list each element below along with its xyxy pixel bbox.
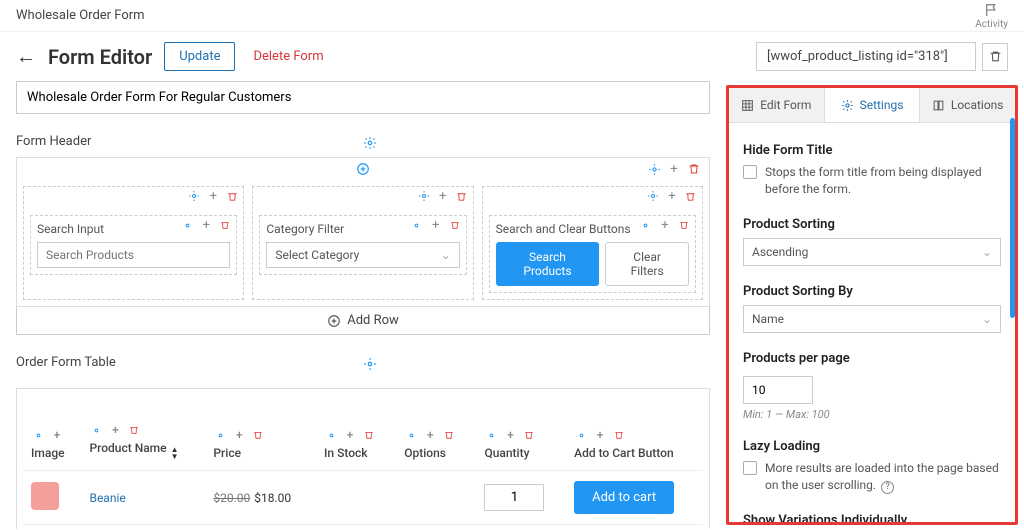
products-per-page-heading: Products per page	[743, 351, 1001, 366]
table-row: Beanie $20.00 $18.00 Add to cart	[23, 471, 703, 525]
chevron-down-icon: ⌄	[441, 248, 451, 262]
gear-icon[interactable]	[410, 218, 424, 232]
tab-edit-form[interactable]: Edit Form	[729, 88, 825, 122]
plus-icon[interactable]: +	[658, 218, 672, 232]
sort-icon[interactable]: ▲▼	[171, 446, 179, 460]
order-table-panel: +Image +Product Name▲▼ +Price +In Stock …	[16, 388, 710, 529]
column-category: + + Category Filter Select Category⌄	[252, 186, 473, 300]
help-icon[interactable]: ?	[881, 481, 894, 494]
order-form-table-label: Order Form Table	[16, 355, 116, 370]
chevron-down-icon: ⌄	[982, 312, 992, 326]
gear-icon[interactable]	[417, 189, 431, 203]
add-row-button[interactable]: Add Row	[16, 306, 710, 335]
lazy-loading-heading: Lazy Loading	[743, 439, 1001, 454]
form-header-label: Form Header	[16, 134, 91, 149]
col-price[interactable]: +Price	[205, 417, 316, 471]
trash-icon[interactable]	[677, 218, 691, 232]
show-variations-heading: Show Variations Individually	[743, 513, 1001, 525]
plus-icon[interactable]: +	[429, 218, 443, 232]
col-quantity[interactable]: +Quantity	[476, 417, 566, 471]
tab-locations[interactable]: Locations	[920, 88, 1015, 122]
update-button[interactable]: Update	[164, 42, 235, 71]
delete-shortcode-button[interactable]	[982, 43, 1008, 71]
lazy-loading-desc: More results are loaded into the page ba…	[765, 460, 1001, 495]
back-arrow-icon[interactable]: ←	[16, 44, 36, 69]
plus-icon[interactable]: +	[206, 189, 220, 203]
gear-icon	[841, 99, 854, 112]
plus-circle-icon	[327, 314, 341, 328]
trash-icon	[989, 50, 1002, 63]
per-page-hint: Min: 1 — Max: 100	[743, 408, 1001, 421]
gear-icon[interactable]	[180, 218, 194, 232]
gear-icon[interactable]	[646, 189, 660, 203]
gear-icon[interactable]	[363, 136, 377, 150]
category-select[interactable]: Select Category⌄	[266, 242, 459, 268]
product-thumb	[31, 482, 59, 510]
plus-icon[interactable]: +	[199, 218, 213, 232]
column-search: + + Search Input	[23, 186, 244, 300]
table-row: Beanie with	[23, 525, 703, 530]
hide-title-desc: Stops the form title from being displaye…	[765, 164, 1001, 199]
chevron-down-icon: ⌄	[982, 245, 992, 259]
add-icon[interactable]	[356, 162, 370, 176]
products-per-page-input[interactable]	[743, 376, 813, 404]
old-price: $20.00	[213, 491, 250, 505]
product-sorting-by-select[interactable]: Name⌄	[743, 305, 1001, 333]
grid-icon	[741, 99, 754, 112]
product-sorting-by-heading: Product Sorting By	[743, 284, 1001, 299]
gear-icon[interactable]	[639, 218, 653, 232]
book-icon	[932, 99, 945, 112]
trash-icon[interactable]	[684, 189, 698, 203]
tab-settings[interactable]: Settings	[825, 88, 921, 122]
gear-icon[interactable]	[647, 162, 661, 176]
col-add-to-cart[interactable]: +Add to Cart Button	[566, 417, 703, 471]
app-title: Wholesale Order Form	[16, 8, 145, 23]
settings-panel: Edit Form Settings Locations Hide Form T…	[726, 85, 1018, 525]
hide-title-checkbox[interactable]	[743, 165, 757, 179]
plus-icon[interactable]: +	[665, 189, 679, 203]
trash-icon[interactable]	[448, 218, 462, 232]
product-sorting-select[interactable]: Ascending⌄	[743, 238, 1001, 266]
col-product-name[interactable]: +Product Name▲▼	[81, 417, 205, 471]
search-products-button[interactable]: Search Products	[496, 242, 600, 286]
form-title-input[interactable]	[16, 81, 710, 114]
form-header-panel: + + + Search I	[16, 157, 710, 307]
gear-icon[interactable]	[187, 189, 201, 203]
shortcode-input[interactable]	[756, 42, 976, 71]
add-to-cart-button[interactable]: Add to cart	[574, 481, 674, 514]
page-title: Form Editor	[48, 45, 152, 69]
price: $18.00	[254, 491, 291, 505]
activity-button[interactable]: Activity	[975, 2, 1008, 30]
plus-icon[interactable]: +	[436, 189, 450, 203]
plus-icon[interactable]: +	[667, 162, 681, 176]
delete-form-link[interactable]: Delete Form	[253, 49, 323, 64]
trash-icon[interactable]	[455, 189, 469, 203]
col-image[interactable]: +Image	[23, 417, 81, 471]
search-products-input[interactable]	[37, 242, 230, 268]
hide-title-heading: Hide Form Title	[743, 143, 1001, 158]
product-sorting-heading: Product Sorting	[743, 217, 1001, 232]
col-instock[interactable]: +In Stock	[316, 417, 396, 471]
trash-icon[interactable]	[687, 162, 701, 176]
trash-icon[interactable]	[225, 189, 239, 203]
trash-icon[interactable]	[218, 218, 232, 232]
lazy-loading-checkbox[interactable]	[743, 461, 757, 475]
col-options[interactable]: +Options	[396, 417, 476, 471]
gear-icon[interactable]	[363, 357, 377, 371]
quantity-input[interactable]	[484, 484, 544, 511]
product-name-link[interactable]: Beanie	[89, 491, 125, 505]
column-buttons: + + Search and Clear Buttons Search Prod…	[482, 186, 703, 300]
clear-filters-button[interactable]: Clear Filters	[605, 242, 689, 286]
flag-icon	[984, 2, 1000, 18]
